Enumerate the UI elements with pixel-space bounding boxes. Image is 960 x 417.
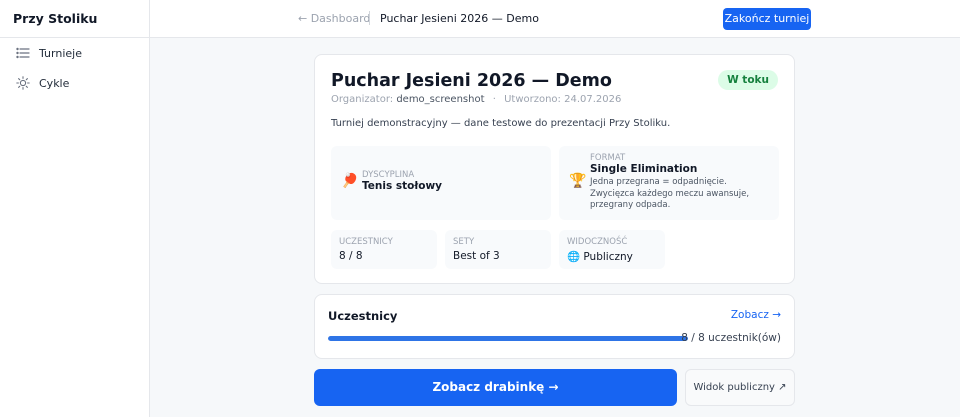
participants-progress-bar bbox=[328, 336, 688, 341]
list-icon bbox=[16, 47, 30, 59]
tournament-details-card: Puchar Jesieni 2026 — Demo W toku Organi… bbox=[314, 54, 795, 284]
stat-value: 🌐 Publiczny bbox=[567, 251, 633, 263]
top-bar: ← Dashboard Puchar Jesieni 2026 — Demo Z… bbox=[150, 0, 960, 38]
stat-value: Best of 3 bbox=[453, 250, 500, 262]
public-view-button[interactable]: Widok publiczny ↗ bbox=[685, 369, 795, 406]
stat-label: WIDOCZNOŚĆ bbox=[567, 237, 628, 247]
format-description: Jedna przegrana = odpadnięcie. Zwycięzca… bbox=[590, 177, 750, 210]
sidebar-item-label: Turnieje bbox=[39, 46, 82, 60]
back-to-dashboard-link[interactable]: ← Dashboard bbox=[298, 12, 370, 25]
format-label: FORMAT bbox=[590, 153, 626, 163]
ping-pong-icon: 🏓 bbox=[341, 173, 359, 189]
view-participants-link[interactable]: Zobacz → bbox=[731, 309, 781, 321]
stat-value: 8 / 8 bbox=[339, 250, 363, 262]
participants-progress-fill bbox=[328, 336, 688, 341]
participants-card: Uczestnicy Zobacz → 8 / 8 uczestnik(ów) bbox=[314, 294, 795, 359]
breadcrumb-divider bbox=[369, 11, 370, 25]
sidebar-item-cykle[interactable]: Cykle bbox=[0, 68, 149, 98]
discipline-value: Tenis stołowy bbox=[362, 180, 443, 192]
participants-title: Uczestnicy bbox=[328, 309, 398, 323]
discipline-label: DYSCYPLINA bbox=[362, 170, 415, 180]
stat-label: SETY bbox=[453, 237, 475, 247]
breadcrumb-title: Puchar Jesieni 2026 — Demo bbox=[380, 12, 539, 25]
view-bracket-button[interactable]: Zobacz drabinkę → bbox=[314, 369, 677, 406]
discipline-tile: 🏓 DYSCYPLINA Tenis stołowy bbox=[331, 146, 551, 220]
trophy-icon: 🏆 bbox=[569, 173, 587, 189]
stat-label: UCZESTNICY bbox=[339, 237, 393, 247]
format-tile: 🏆 FORMAT Single Elimination Jedna przegr… bbox=[559, 146, 779, 220]
sun-icon bbox=[16, 76, 30, 90]
sidebar-item-label: Cykle bbox=[39, 76, 70, 90]
app-brand[interactable]: Przy Stoliku bbox=[0, 0, 149, 38]
meta-separator: · bbox=[492, 94, 496, 105]
participants-stat: UCZESTNICY 8 / 8 bbox=[331, 230, 437, 269]
created-label: Utworzono: bbox=[504, 94, 561, 105]
sidebar: Przy Stoliku Turnieje Cykle bbox=[0, 0, 150, 417]
status-badge: W toku bbox=[718, 70, 778, 90]
tournament-meta: Organizator: demo_screenshot · Utworzono… bbox=[331, 94, 621, 105]
organizer-label: Organizator: bbox=[331, 94, 394, 105]
tournament-title: Puchar Jesieni 2026 — Demo bbox=[331, 71, 612, 91]
visibility-stat: WIDOCZNOŚĆ 🌐 Publiczny bbox=[559, 230, 665, 269]
end-tournament-button[interactable]: Zakończ turniej bbox=[723, 8, 811, 30]
created-value: 24.07.2026 bbox=[564, 94, 622, 105]
organizer-value: demo_screenshot bbox=[396, 94, 485, 105]
participants-count: 8 / 8 uczestnik(ów) bbox=[681, 332, 781, 344]
format-value: Single Elimination bbox=[590, 163, 698, 175]
sidebar-item-turnieje[interactable]: Turnieje bbox=[0, 38, 149, 68]
tournament-description: Turniej demonstracyjny — dane testowe do… bbox=[331, 118, 671, 129]
sets-stat: SETY Best of 3 bbox=[445, 230, 551, 269]
